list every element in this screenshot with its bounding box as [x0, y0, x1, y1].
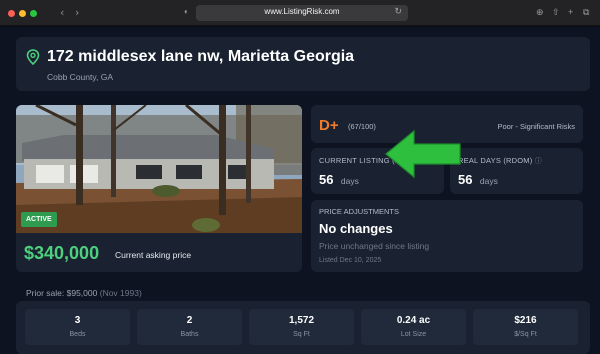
- reload-icon[interactable]: ↻: [394, 6, 402, 17]
- fact-beds: 3 Beds: [25, 309, 130, 345]
- listed-date: Listed Dec 10, 2025: [319, 257, 382, 264]
- rdom-unit: days: [479, 176, 498, 186]
- house-photo[interactable]: [16, 105, 302, 233]
- fact-value: 2: [186, 315, 193, 326]
- tabs-overview-icon[interactable]: ⧉: [583, 7, 589, 18]
- risk-grade: D+: [319, 117, 339, 134]
- url-text: www.ListingRisk.com: [264, 7, 340, 16]
- county-label: Cobb County, GA: [47, 72, 113, 82]
- share-icon[interactable]: ⇧: [552, 7, 560, 18]
- fact-label: Beds: [69, 331, 86, 338]
- prior-sale: Prior sale: $95,000 (Nov 1993): [26, 288, 142, 298]
- close-window-button[interactable]: [8, 10, 15, 17]
- download-icon[interactable]: ⊕: [536, 7, 544, 18]
- property-facts: 3 Beds 2 Baths 1,572 Sq Ft 0.24 ac Lot S…: [16, 301, 590, 354]
- price-adjustments-headline: No changes: [319, 221, 393, 236]
- price-adjustments-label: PRICE ADJUSTMENTS: [319, 207, 400, 216]
- risk-score: (67/100): [348, 122, 376, 131]
- rdom-card: REAL DAYS (RDOM) ⓘ 56 days: [450, 148, 583, 194]
- minimize-window-button[interactable]: [19, 10, 26, 17]
- price-caption: Current asking price: [115, 250, 192, 260]
- chevron-right-icon[interactable]: ›: [75, 6, 79, 19]
- address-header: 172 middlesex lane nw, Marietta Georgia …: [16, 37, 590, 91]
- listing-photo-card: ACTIVE $340,000 Current asking price: [16, 105, 302, 272]
- arrow-annotation-icon: [385, 129, 461, 179]
- fact-value: 3: [74, 315, 81, 326]
- fact-price-per-sqft: $216 $/Sq Ft: [473, 309, 578, 345]
- address-bar[interactable]: ◐ www.ListingRisk.com ↻: [184, 5, 408, 21]
- page-content: 172 middlesex lane nw, Marietta Georgia …: [0, 27, 600, 354]
- rdom-label: REAL DAYS (RDOM): [458, 156, 533, 165]
- fact-label: Lot Size: [400, 331, 427, 338]
- fact-value: $216: [514, 315, 537, 326]
- shield-icon: ◐: [184, 7, 189, 16]
- status-badge: ACTIVE: [21, 212, 57, 227]
- fact-value: 0.24 ac: [396, 315, 431, 326]
- browser-toolbar: ‹ › ◐ www.ListingRisk.com ↻ ⊕ ⇧ + ⧉: [0, 0, 600, 26]
- fact-label: $/Sq Ft: [514, 331, 537, 338]
- new-tab-icon[interactable]: +: [568, 7, 573, 17]
- price-adjustments-note: Price unchanged since listing: [319, 241, 430, 251]
- fact-sqft: 1,572 Sq Ft: [249, 309, 354, 345]
- dom-unit: days: [340, 176, 359, 186]
- risk-label: Poor - Significant Risks: [497, 122, 575, 131]
- fact-value: 1,572: [288, 315, 315, 326]
- fact-label: Sq Ft: [293, 331, 310, 338]
- fact-lot-size: 0.24 ac Lot Size: [361, 309, 466, 345]
- prior-sale-text: Prior sale: $95,000: [26, 288, 98, 298]
- chevron-left-icon[interactable]: ‹: [60, 6, 64, 19]
- fact-baths: 2 Baths: [137, 309, 242, 345]
- fact-label: Baths: [180, 331, 199, 338]
- dom-value: 56: [319, 172, 334, 187]
- price-adjustments-card: PRICE ADJUSTMENTS No changes Price uncha…: [311, 200, 583, 272]
- maximize-window-button[interactable]: [30, 10, 37, 17]
- map-pin-icon: [26, 49, 40, 65]
- info-icon[interactable]: ⓘ: [535, 158, 542, 165]
- prior-sale-year: (Nov 1993): [99, 288, 142, 298]
- page-title: 172 middlesex lane nw, Marietta Georgia: [47, 48, 355, 65]
- asking-price: $340,000: [24, 243, 100, 263]
